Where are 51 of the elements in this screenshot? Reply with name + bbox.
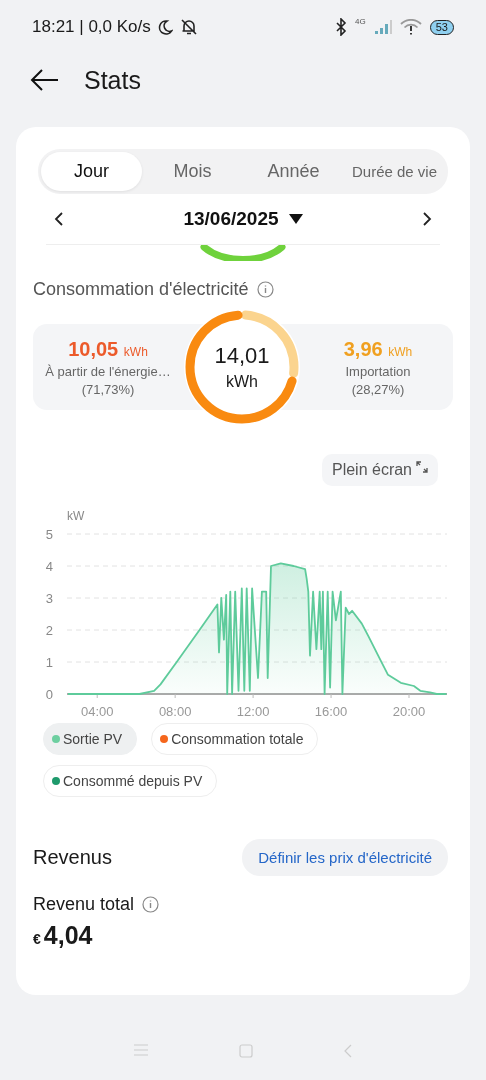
total-revenue-value: 4,04: [43, 921, 93, 950]
info-icon[interactable]: [256, 281, 274, 298]
period-tab[interactable]: Durée de vie: [344, 152, 445, 191]
currency-symbol: €: [33, 931, 41, 947]
section-title: Revenus: [33, 846, 112, 869]
network-label: 4G: [355, 16, 366, 26]
set-prices-button[interactable]: Définir les prix d'électricité: [242, 839, 448, 876]
axis-unit: kW: [67, 509, 85, 523]
period-tab[interactable]: Année: [243, 152, 344, 191]
legend-chip[interactable]: Sortie PV: [43, 723, 138, 755]
expand-icon: [416, 461, 428, 473]
bell-off-icon: [178, 18, 199, 36]
solar-energy-percent: (71,73%): [81, 381, 135, 397]
info-icon[interactable]: [142, 896, 160, 913]
y-tick: 1: [45, 655, 53, 670]
y-tick: 0: [45, 687, 53, 702]
y-tick: 3: [45, 591, 53, 606]
period-tab[interactable]: Jour: [41, 152, 142, 191]
x-tick: 16:00: [314, 704, 348, 719]
period-tab[interactable]: Mois: [142, 152, 243, 191]
chevron-right-icon: [422, 211, 432, 227]
back-arrow-icon[interactable]: [30, 68, 60, 92]
battery-indicator: 53: [429, 19, 454, 35]
signal-icon: [373, 19, 392, 35]
import-value: 3,96 kWh: [343, 337, 413, 361]
y-tick: 2: [45, 623, 53, 638]
solar-energy-label: À partir de l'énergie…: [45, 363, 171, 379]
chevron-left-icon: [54, 211, 64, 227]
total-revenue-label: Revenu total: [33, 894, 135, 915]
x-tick: 04:00: [80, 704, 114, 719]
legend-chip[interactable]: Consommation totale: [151, 723, 319, 755]
y-tick: 5: [45, 527, 53, 542]
bluetooth-icon: [335, 18, 348, 36]
x-tick: 12:00: [236, 704, 270, 719]
total-consumption: 14,01: [214, 343, 270, 369]
x-tick: 08:00: [158, 704, 192, 719]
moon-icon: [156, 19, 173, 35]
section-title: Consommation d'électricité: [33, 279, 249, 300]
x-tick: 20:00: [392, 704, 426, 719]
total-unit: kWh: [226, 373, 258, 391]
page-title: Stats: [84, 65, 141, 95]
import-percent: (28,27%): [351, 381, 405, 397]
caret-down-icon: [288, 214, 303, 224]
status-time: 18:21 | 0,0 Ko/s: [32, 17, 151, 37]
wifi-icon: [399, 19, 422, 35]
fullscreen-button[interactable]: Plein écran: [321, 454, 438, 486]
import-label: Importation: [345, 363, 411, 379]
date-picker[interactable]: 13/06/2025: [177, 207, 309, 231]
legend-chip[interactable]: Consommé depuis PV: [43, 765, 218, 797]
y-tick: 4: [45, 559, 53, 574]
solar-energy-value: 10,05 kWh: [68, 337, 148, 361]
